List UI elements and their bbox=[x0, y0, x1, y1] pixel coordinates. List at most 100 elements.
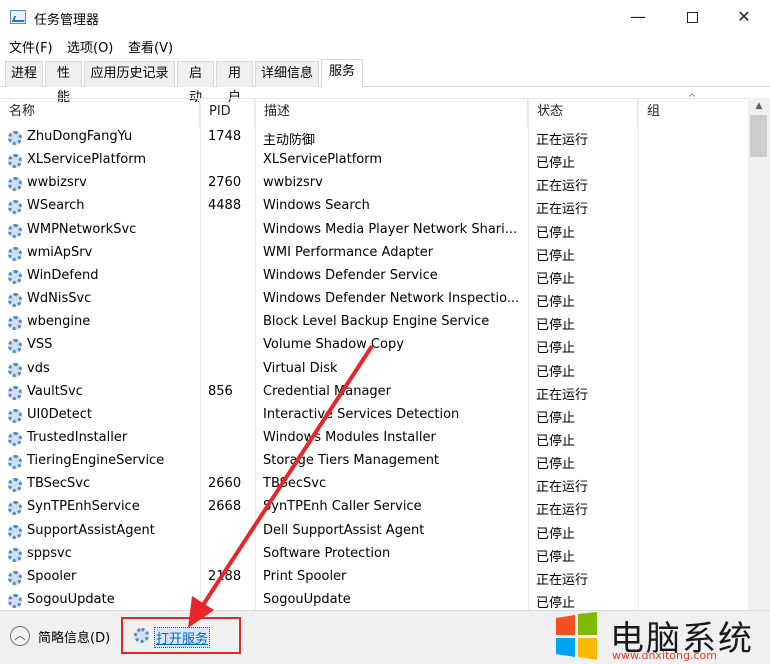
tab-processes[interactable]: 进程 bbox=[5, 61, 43, 87]
service-status: 已停止 bbox=[536, 271, 576, 287]
service-name: wwbizsrv bbox=[27, 175, 87, 191]
service-gear-icon bbox=[8, 431, 22, 446]
service-pid: 1748 bbox=[208, 129, 242, 144]
table-row[interactable]: SupportAssistAgent Dell SupportAssist Age… bbox=[0, 520, 748, 543]
service-description: Windows Media Player Network Shari... bbox=[263, 221, 518, 237]
table-row[interactable]: TrustedInstaller Windows Modules Installe… bbox=[0, 427, 748, 450]
service-gear-icon bbox=[8, 131, 22, 145]
service-gear-icon bbox=[8, 594, 22, 608]
service-status: 正在运行 bbox=[536, 387, 589, 403]
tab-startup[interactable]: 启动 bbox=[177, 61, 214, 105]
services-table: 名称 PID 描述 状态 组 ^ ZhuDongFangYu 1748 主动防御 正在… bbox=[0, 93, 770, 612]
service-gear-icon bbox=[8, 223, 22, 238]
table-row[interactable]: SogouUpdate SogouUpdate 已停止 bbox=[0, 589, 748, 612]
service-description: Windows Search bbox=[263, 198, 370, 214]
windows-logo-icon bbox=[556, 612, 597, 660]
table-row[interactable]: WinDefend Windows Defender Service 已停止 bbox=[0, 265, 748, 288]
column-header-description[interactable]: 描述 bbox=[255, 99, 528, 127]
service-status: 正在运行 bbox=[536, 480, 589, 496]
service-gear-icon bbox=[8, 501, 22, 516]
service-pid: 2760 bbox=[208, 175, 242, 191]
table-row[interactable]: WMPNetworkSvc Windows Media Player Networ… bbox=[0, 219, 748, 242]
service-gear-icon bbox=[8, 408, 22, 423]
service-gear-icon bbox=[8, 455, 22, 470]
table-row[interactable]: wwbizsrv 2760 wwbizsrv 正在运行 bbox=[0, 172, 748, 195]
column-header-name[interactable]: 名称 bbox=[0, 99, 200, 127]
service-name: ZhuDongFangYu bbox=[27, 129, 133, 144]
fewer-details-link[interactable]: 简略信息(D) bbox=[38, 627, 110, 646]
table-row[interactable]: WSearch 4488 Windows Search 正在运行 bbox=[0, 195, 748, 218]
maximize-button[interactable] bbox=[666, 0, 718, 34]
tab-services[interactable]: 服务 bbox=[321, 59, 363, 88]
service-name: WSearch bbox=[27, 198, 85, 214]
service-pid: 4488 bbox=[208, 198, 242, 214]
table-row[interactable]: VaultSvc 856 Credential Manager 正在运行 bbox=[0, 381, 748, 404]
menu-file[interactable]: 文件(F) bbox=[9, 37, 53, 56]
open-services-link[interactable]: 打开服务 bbox=[154, 627, 211, 648]
service-gear-icon bbox=[8, 293, 22, 308]
service-status: 已停止 bbox=[536, 526, 576, 542]
service-name: UI0Detect bbox=[27, 406, 92, 422]
service-description: Block Level Backup Engine Service bbox=[263, 314, 490, 330]
table-row[interactable]: TieringEngineService Storage Tiers Manage… bbox=[0, 450, 748, 473]
table-row[interactable]: wbengine Block Level Backup Engine Servic… bbox=[0, 311, 748, 334]
service-gear-icon bbox=[8, 269, 22, 284]
service-status: 已停止 bbox=[536, 433, 576, 449]
scroll-up-arrow-icon[interactable]: ▲ bbox=[748, 98, 770, 115]
vertical-scrollbar[interactable]: ▲ bbox=[748, 98, 770, 610]
watermark-url: www.dnxitong.com bbox=[612, 649, 717, 662]
table-row[interactable]: VSS Volume Shadow Copy 已停止 bbox=[0, 334, 748, 357]
service-name: VSS bbox=[27, 337, 53, 353]
chevron-up-icon[interactable]: ︿ bbox=[10, 626, 30, 646]
tab-performance[interactable]: 性能 bbox=[45, 61, 82, 105]
service-name: WinDefend bbox=[27, 267, 99, 283]
service-gear-icon bbox=[8, 385, 22, 400]
service-description: Software Protection bbox=[263, 545, 391, 561]
service-description: Credential Manager bbox=[263, 383, 392, 399]
table-row[interactable]: TBSecSvc 2660 TBSecSvc 正在运行 bbox=[0, 473, 748, 496]
menu-options[interactable]: 选项(O) bbox=[67, 37, 113, 56]
service-name: SynTPEnhService bbox=[27, 499, 140, 515]
table-row[interactable]: UI0Detect Interactive Services Detection 已… bbox=[0, 404, 748, 427]
minimize-icon: — bbox=[630, 7, 646, 26]
tab-users[interactable]: 用户 bbox=[216, 61, 253, 105]
close-button[interactable]: ✕ bbox=[718, 0, 770, 34]
column-header-pid[interactable]: PID bbox=[200, 99, 255, 127]
scroll-thumb[interactable] bbox=[750, 115, 767, 157]
site-watermark: 电脑系统 www.dnxitong.com bbox=[548, 612, 770, 664]
service-description: SynTPEnh Caller Service bbox=[263, 499, 422, 515]
service-name: SogouUpdate bbox=[27, 592, 115, 607]
service-gear-icon bbox=[8, 547, 22, 562]
service-status: 正在运行 bbox=[536, 572, 589, 588]
service-name: SupportAssistAgent bbox=[27, 522, 155, 538]
table-row[interactable]: WdNisSvc Windows Defender Network Inspect… bbox=[0, 288, 748, 311]
service-description: SogouUpdate bbox=[263, 592, 351, 607]
table-row[interactable]: wmiApSrv WMI Performance Adapter 已停止 bbox=[0, 242, 748, 265]
service-name: WMPNetworkSvc bbox=[27, 221, 137, 237]
service-status: 正在运行 bbox=[536, 179, 589, 195]
service-status: 已停止 bbox=[536, 410, 576, 426]
table-row[interactable]: sppsvc Software Protection 已停止 bbox=[0, 543, 748, 566]
minimize-button[interactable]: — bbox=[612, 0, 664, 34]
table-row[interactable]: vds Virtual Disk 已停止 bbox=[0, 358, 748, 381]
service-status: 已停止 bbox=[536, 156, 576, 172]
service-description: Virtual Disk bbox=[263, 360, 338, 376]
service-name: TrustedInstaller bbox=[27, 429, 128, 445]
service-name: WdNisSvc bbox=[27, 291, 92, 307]
table-row[interactable]: SynTPEnhService 2668 SynTPEnh Caller Servi… bbox=[0, 496, 748, 519]
table-row[interactable]: Spooler 2188 Print Spooler 正在运行 bbox=[0, 566, 748, 589]
column-header-status[interactable]: 状态 bbox=[528, 99, 638, 127]
menu-view[interactable]: 查看(V) bbox=[128, 37, 173, 56]
tab-details[interactable]: 详细信息 bbox=[255, 61, 319, 87]
service-status: 已停止 bbox=[536, 248, 576, 264]
service-pid: 2660 bbox=[208, 476, 242, 492]
table-row[interactable]: ZhuDongFangYu 1748 主动防御 正在运行 bbox=[0, 126, 748, 149]
maximize-icon bbox=[686, 12, 698, 23]
service-status: 已停止 bbox=[536, 341, 576, 357]
tab-app-history[interactable]: 应用历史记录 bbox=[84, 61, 175, 87]
table-row[interactable]: XLServicePlatform XLServicePlatform 已停止 bbox=[0, 149, 748, 172]
service-description: wwbizsrv bbox=[263, 175, 323, 191]
service-name: Spooler bbox=[27, 568, 77, 584]
service-name: wbengine bbox=[27, 314, 91, 330]
service-status: 正在运行 bbox=[536, 503, 589, 519]
